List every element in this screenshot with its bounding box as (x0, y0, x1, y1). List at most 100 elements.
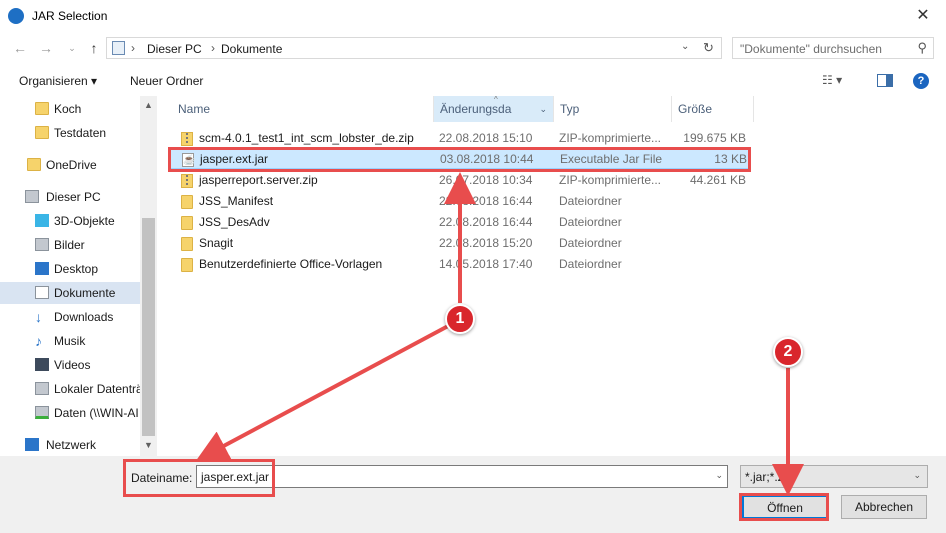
chevron-down-icon[interactable]: ⌄ (715, 470, 723, 481)
view-options-icon[interactable]: ☷ ▾ (822, 73, 842, 87)
new-folder-button[interactable]: Neuer Ordner (130, 74, 203, 88)
folder-icon (35, 102, 49, 115)
highlight-filename-field (123, 459, 275, 497)
scroll-up-icon[interactable]: ▲ (144, 100, 153, 110)
column-dropdown-icon[interactable]: ⌄ (539, 96, 547, 122)
sidebar-item-label: Downloads (54, 310, 114, 324)
filename-input[interactable]: jasper.ext.jar ⌄ (196, 465, 728, 488)
sidebar-item-label: Koch (54, 102, 82, 116)
cancel-button[interactable]: Abbrechen (841, 495, 927, 519)
file-name: Snagit (199, 236, 234, 250)
preview-pane-icon[interactable] (877, 74, 893, 87)
file-date: 26.07.2018 10:34 (439, 173, 533, 187)
forward-button[interactable]: → (36, 38, 56, 58)
sidebar-item-label: OneDrive (46, 158, 97, 172)
file-row[interactable]: Benutzerdefinierte Office-Vorlagen 14.05… (170, 254, 750, 275)
search-input[interactable]: "Dokumente" durchsuchen ⚲ (732, 37, 934, 59)
network-drive-icon (35, 406, 49, 419)
file-row[interactable]: JSS_Manifest 22.08.2018 16:44 Dateiordne… (170, 191, 750, 212)
file-row[interactable]: scm-4.0.1_test1_int_scm_lobster_de.zip 2… (170, 128, 750, 149)
back-button[interactable]: ← (10, 38, 30, 58)
sidebar-item-label: 3D-Objekte (54, 214, 115, 228)
file-date: 22.08.2018 16:44 (439, 194, 533, 208)
folder-icon (181, 237, 193, 251)
file-size: 199.675 KB (683, 131, 746, 145)
column-header-type[interactable]: Typ (554, 96, 672, 122)
file-name: Benutzerdefinierte Office-Vorlagen (199, 257, 383, 271)
address-bar[interactable]: › Dieser PC › Dokumente ⌄ ↻ (106, 37, 722, 59)
scroll-down-icon[interactable]: ▼ (144, 440, 153, 450)
address-dropdown-icon[interactable]: ⌄ (681, 41, 689, 52)
file-name: scm-4.0.1_test1_int_scm_lobster_de.zip (199, 131, 414, 145)
sidebar-item-videos[interactable]: Videos (0, 354, 140, 376)
sidebar-item-desktop[interactable]: Desktop (0, 258, 140, 280)
sidebar-item-label: Dieser PC (46, 190, 101, 204)
column-header-name[interactable]: Name (172, 96, 434, 122)
sidebar-item-koch[interactable]: Koch (0, 98, 140, 120)
search-placeholder: "Dokumente" durchsuchen (740, 42, 882, 56)
help-icon[interactable]: ? (913, 73, 929, 89)
cube-icon (35, 214, 49, 227)
sidebar-item-dokumente[interactable]: Dokumente (0, 282, 140, 304)
file-type-filter-select[interactable]: *.jar;*.zip ⌄ (740, 465, 928, 488)
file-row[interactable]: Snagit 22.08.2018 15:20 Dateiordner (170, 233, 750, 254)
sidebar-item-testdaten[interactable]: Testdaten (0, 122, 140, 144)
sidebar-item-daten-network[interactable]: Daten (\\WIN-AI (0, 402, 140, 424)
breadcrumb-dokumente[interactable]: Dokumente (221, 42, 282, 56)
sidebar-item-musik[interactable]: ♪ Musik (0, 330, 140, 352)
sidebar-item-onedrive[interactable]: OneDrive (0, 154, 140, 176)
file-date: 22.08.2018 16:44 (439, 215, 533, 229)
breadcrumb-dieser-pc[interactable]: Dieser PC (147, 42, 202, 56)
sidebar-item-netzwerk[interactable]: Netzwerk (0, 434, 140, 456)
folder-icon (181, 195, 193, 209)
sidebar-item-label: Desktop (54, 262, 99, 276)
sidebar-item-lokaler-datentraeger[interactable]: Lokaler Datenträ (0, 378, 140, 400)
sidebar-item-label: Testdaten (54, 126, 107, 140)
file-type: ZIP-komprimierte... (559, 131, 662, 145)
sidebar-item-bilder[interactable]: Bilder (0, 234, 140, 256)
navigation-pane: Koch Testdaten OneDrive Dieser PC 3D-Obj… (0, 96, 157, 456)
column-header-size[interactable]: Größe (672, 96, 754, 122)
search-icon: ⚲ (917, 40, 927, 55)
sidebar-item-label: Daten (\\WIN-AI (54, 406, 139, 420)
sidebar-item-downloads[interactable]: ↓ Downloads (0, 306, 140, 328)
window-title: JAR Selection (32, 9, 108, 23)
folder-icon (27, 158, 41, 171)
file-size: 44.261 KB (689, 173, 746, 187)
column-header-date[interactable]: Änderungsda ^ ⌄ (434, 95, 554, 122)
organize-button[interactable]: Organisieren ▾ (19, 74, 97, 88)
file-date: 22.08.2018 15:10 (439, 131, 533, 145)
refresh-icon[interactable]: ↻ (703, 40, 714, 56)
folder-icon (181, 258, 193, 272)
sidebar-scrollbar[interactable]: ▲ ▼ (140, 96, 156, 456)
file-row[interactable]: jasperreport.server.zip 26.07.2018 10:34… (170, 170, 750, 191)
column-header-date-label: Änderungsda (440, 102, 512, 116)
recent-locations-chevron-icon[interactable]: ⌄ (62, 38, 82, 58)
zip-icon (181, 174, 193, 188)
step-badge-2: 2 (773, 337, 803, 367)
title-bar: JAR Selection ✕ (0, 0, 946, 32)
file-date: 14.05.2018 17:40 (439, 257, 533, 271)
file-type: Dateiordner (559, 257, 622, 271)
sidebar-item-label: Videos (54, 358, 91, 372)
pc-icon (112, 41, 125, 55)
drive-icon (35, 382, 49, 395)
file-type: Dateiordner (559, 215, 622, 229)
sidebar-item-3d-objekte[interactable]: 3D-Objekte (0, 210, 140, 232)
close-button[interactable]: ✕ (900, 0, 946, 32)
sort-ascending-icon: ^ (494, 95, 498, 104)
filter-value: *.jar;*.zip (745, 470, 794, 484)
download-icon: ↓ (35, 309, 42, 325)
sidebar-item-label: Dokumente (54, 286, 116, 300)
folder-icon (35, 126, 49, 139)
chevron-down-icon: ⌄ (913, 470, 921, 480)
up-button[interactable]: ↑ (84, 38, 104, 58)
desktop-icon (35, 262, 49, 275)
scrollbar-thumb[interactable] (142, 218, 155, 436)
pc-icon (25, 190, 39, 203)
folder-icon (181, 216, 193, 230)
highlight-open-button (739, 493, 829, 521)
sidebar-item-dieser-pc[interactable]: Dieser PC (0, 186, 140, 208)
file-row[interactable]: JSS_DesAdv 22.08.2018 16:44 Dateiordner (170, 212, 750, 233)
sidebar-item-label: Musik (54, 334, 86, 348)
